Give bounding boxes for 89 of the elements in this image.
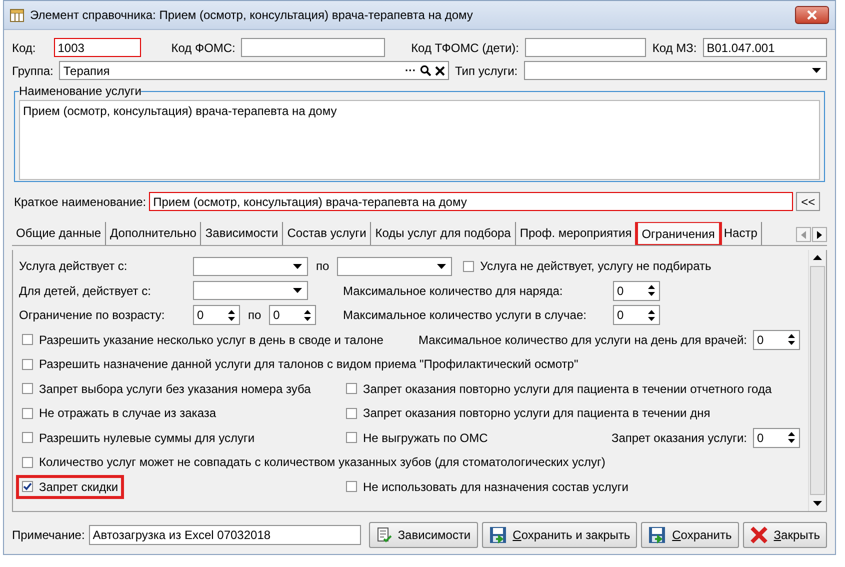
field-label: Ограничение по возрасту: xyxy=(19,308,166,322)
checkbox[interactable] xyxy=(22,383,33,394)
text-field[interactable]: B01.047.001 xyxy=(702,38,827,57)
field-label: Для детей, действует с: xyxy=(19,284,152,298)
checkbox-label: Разрешить назначение данной услуги для талонов с видом приема "Профилактический осмотр" xyxy=(39,357,578,372)
close-icon xyxy=(807,10,817,20)
close-button[interactable] xyxy=(795,6,829,24)
dropdown-arrow-icon xyxy=(812,68,821,73)
number-spinner[interactable]: 0 xyxy=(753,428,800,448)
checkbox-label: Количество услуг может не совпадать с количеством указанных зубов (для стоматологических услуг) xyxy=(39,455,606,470)
scroll-right-button[interactable] xyxy=(812,227,827,242)
links-button[interactable]: Зависимости xyxy=(368,522,478,548)
group-legend: Наименование услуги xyxy=(19,84,142,98)
field-label: Максимальное количество услуги в случае: xyxy=(343,308,588,322)
text-field[interactable] xyxy=(241,38,386,57)
checkbox[interactable] xyxy=(22,334,33,346)
checkbox-label: Разрешить нулевые суммы для услуги xyxy=(39,430,255,445)
checkbox-label: Запрет оказания повторно услуги для пациента в течении дня xyxy=(363,406,710,420)
tab[interactable]: Коды услуг для подбора xyxy=(371,222,516,245)
field-label: Код МЗ: xyxy=(652,40,697,54)
field-label: Запрет оказания услуги: xyxy=(611,430,747,445)
number-spinner[interactable]: 0 xyxy=(613,305,660,326)
text-field[interactable]: Прием (осмотр, консультация) врача-терапевта на дому xyxy=(149,192,794,211)
checkbox[interactable] xyxy=(346,408,357,419)
tab[interactable]: Состав услуги xyxy=(283,222,372,245)
checkbox[interactable] xyxy=(22,408,33,419)
number-spinner[interactable]: 0 xyxy=(269,305,316,326)
vertical-scrollbar[interactable] xyxy=(808,250,826,511)
checkbox-label: Запрет оказания повторно услуги для пациента в течении отчетного года xyxy=(363,382,772,396)
save-button[interactable]: Сохранить xyxy=(641,522,739,548)
field-label: Краткое наименование: xyxy=(14,194,146,208)
ellipsis-button[interactable]: ··· xyxy=(405,64,416,76)
tab[interactable]: Настр xyxy=(720,222,762,245)
dropdown[interactable] xyxy=(524,61,827,80)
dropdown-arrow-icon xyxy=(293,264,302,269)
checkbox[interactable] xyxy=(22,456,33,468)
dropdown-arrow-icon xyxy=(437,264,446,269)
checkbox-label: Не отражать в случае из заказа xyxy=(39,406,216,420)
tab[interactable]: Ограничения xyxy=(636,222,720,245)
field-label: Максимальное количество для услуги на день для врачей: xyxy=(418,332,747,347)
text-field[interactable] xyxy=(525,38,646,57)
document-check-icon xyxy=(376,527,392,543)
close-icon xyxy=(750,526,768,544)
search-icon[interactable] xyxy=(420,65,431,76)
text-field[interactable]: 1003 xyxy=(54,38,142,57)
window-title: Элемент справочника: Прием (осмотр, консультация) врача-терапевта на дому xyxy=(30,8,474,22)
checkbox-label: Не выгружать по ОМС xyxy=(363,430,488,445)
tab[interactable]: Общие данные xyxy=(12,222,106,245)
tab[interactable]: Проф. мероприятия xyxy=(516,222,637,245)
field-label: Тип услуги: xyxy=(455,64,518,78)
close-button[interactable]: Закрыть xyxy=(742,522,827,548)
text-field[interactable]: Автозагрузка из Excel 07032018 xyxy=(88,525,361,545)
checkbox-label: Услуга не действует, услугу не подбирать xyxy=(480,259,712,274)
checkbox-label: Запрет выбора услуги без указания номера зуба xyxy=(39,382,311,396)
checkbox[interactable] xyxy=(22,358,33,370)
checkbox[interactable] xyxy=(346,432,357,444)
table-icon xyxy=(10,8,24,22)
left-arrow-icon xyxy=(801,230,806,238)
number-spinner[interactable]: 0 xyxy=(193,305,240,326)
field-label: Примечание: xyxy=(12,528,85,542)
checkbox[interactable] xyxy=(22,481,33,492)
checkbox[interactable] xyxy=(22,432,33,444)
field-label: Код ТФОМС (дети): xyxy=(411,40,519,54)
number-spinner[interactable]: 0 xyxy=(613,280,660,301)
text-area[interactable]: Прием (осмотр, консультация) врача-терапевта на дому xyxy=(19,100,820,180)
checkbox[interactable] xyxy=(463,260,474,272)
field-label: Группа: xyxy=(12,64,54,78)
checkbox[interactable] xyxy=(346,383,357,394)
number-spinner[interactable]: 0 xyxy=(753,330,800,350)
field-label: по xyxy=(248,308,262,322)
field-label: Код ФОМС: xyxy=(171,40,236,54)
field-label: по xyxy=(316,259,330,274)
dropdown[interactable] xyxy=(193,281,308,300)
field-label: Код: xyxy=(12,40,36,54)
checkbox[interactable] xyxy=(346,481,357,492)
checkbox-label: Запрет скидки xyxy=(39,480,118,494)
field-label: Максимальное количество для наряда: xyxy=(343,284,564,298)
checkbox-label: Не использовать для назначения состав услуги xyxy=(363,480,628,494)
tab[interactable]: Зависимости xyxy=(201,222,284,245)
dropdown[interactable] xyxy=(337,256,452,276)
checkbox-label: Разрешить указание несколько услуг в день в своде и талоне xyxy=(39,332,384,347)
copy-button[interactable]: << xyxy=(796,192,820,211)
dropdown-arrow-icon xyxy=(293,288,302,294)
lookup-field[interactable]: Терапия ··· xyxy=(59,61,449,80)
field-label: Услуга действует с: xyxy=(19,259,128,274)
dropdown[interactable] xyxy=(193,256,308,276)
right-arrow-icon xyxy=(817,230,822,238)
tab[interactable]: Дополнительно xyxy=(106,222,202,245)
clear-icon[interactable] xyxy=(435,66,445,76)
